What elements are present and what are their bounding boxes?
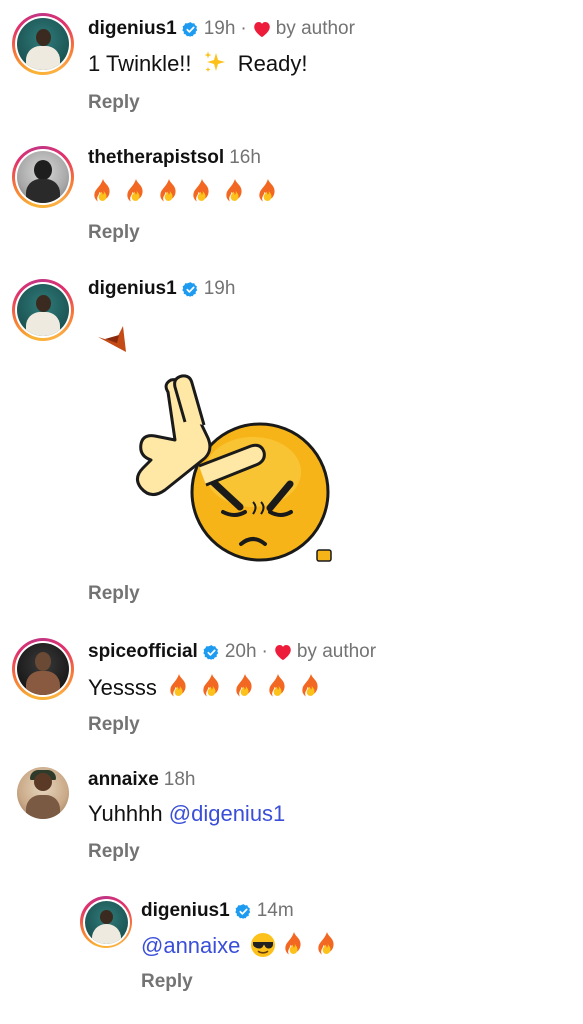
username[interactable]: digenius1 <box>88 18 177 40</box>
avatar[interactable] <box>12 13 74 75</box>
timestamp: 18h <box>163 769 196 790</box>
username[interactable]: thetherapistsol <box>88 147 224 169</box>
mention-link[interactable]: @digenius1 <box>169 801 286 826</box>
fire-emoji-icon <box>223 178 247 204</box>
timestamp: 16h <box>229 147 261 168</box>
reply-button[interactable]: Reply <box>141 971 193 993</box>
fire-emoji-icon <box>266 673 290 699</box>
avatar-photo <box>17 284 69 336</box>
comment-text-part: Yessss <box>88 675 157 700</box>
loser-hand-emoji-sticker[interactable] <box>95 322 340 570</box>
verified-badge-icon <box>182 21 199 38</box>
verified-badge-icon <box>203 644 220 661</box>
fire-emoji-icon <box>315 931 339 957</box>
avatar[interactable] <box>80 896 132 948</box>
liked-by-author-label: by author <box>275 18 355 39</box>
avatar-photo <box>84 900 128 944</box>
separator-dot: · <box>240 18 247 39</box>
heart-icon <box>273 643 293 661</box>
comment-text: Yessss <box>88 673 332 701</box>
reply-button[interactable]: Reply <box>88 841 140 863</box>
fire-emoji-icon <box>282 931 306 957</box>
reply-button[interactable]: Reply <box>88 583 140 605</box>
fire-emoji-icon <box>233 673 257 699</box>
username[interactable]: digenius1 <box>88 278 177 300</box>
avatar-photo <box>17 643 69 695</box>
fire-emoji-icon <box>190 178 214 204</box>
liked-by-author-label: by author <box>296 641 377 662</box>
comment-text-part: Yuhhhh <box>88 801 163 826</box>
avatar[interactable] <box>12 638 74 700</box>
fire-emoji-icon <box>200 673 224 699</box>
comment-text-part: Ready! <box>237 51 308 76</box>
username[interactable]: annaixe <box>88 769 159 791</box>
avatar[interactable] <box>12 279 74 341</box>
timestamp: 19h <box>203 278 236 299</box>
fire-emoji-icon <box>299 673 323 699</box>
comment-text: 1 Twinkle!! Ready! <box>88 50 308 77</box>
sunglasses-emoji-icon <box>250 932 276 958</box>
avatar-photo <box>17 767 69 819</box>
fire-emoji-icon <box>256 178 280 204</box>
reply-button[interactable]: Reply <box>88 92 140 114</box>
fire-emoji-icon <box>124 178 148 204</box>
avatar[interactable] <box>12 762 74 824</box>
avatar-photo <box>17 151 69 203</box>
sparkles-emoji-icon <box>202 50 228 76</box>
timestamp: 20h <box>224 641 257 662</box>
avatar[interactable] <box>12 146 74 208</box>
comment-text: @annaixe <box>141 931 348 959</box>
mention-link[interactable]: @annaixe <box>141 933 240 958</box>
timestamp: 14m <box>256 900 294 921</box>
reply-button[interactable]: Reply <box>88 714 140 736</box>
fire-emoji-icon <box>167 673 191 699</box>
comment-text-part: 1 Twinkle!! <box>88 51 192 76</box>
username[interactable]: spiceofficial <box>88 641 198 663</box>
username[interactable]: digenius1 <box>141 900 230 922</box>
verified-badge-icon <box>235 903 252 920</box>
comment-text <box>91 178 289 206</box>
fire-emoji-icon <box>91 178 115 204</box>
separator-dot: · <box>261 641 268 662</box>
verified-badge-icon <box>182 281 199 298</box>
reply-button[interactable]: Reply <box>88 222 140 244</box>
comment-text: Yuhhhh @digenius1 <box>88 801 285 827</box>
timestamp: 19h <box>203 18 236 39</box>
fire-emoji-icon <box>157 178 181 204</box>
avatar-photo <box>17 18 69 70</box>
heart-icon <box>252 20 272 38</box>
